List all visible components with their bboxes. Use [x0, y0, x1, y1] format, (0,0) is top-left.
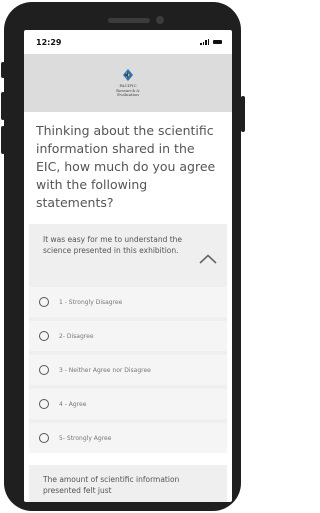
option-label: 3 - Neither Agree nor Disagree	[59, 366, 151, 374]
answer-options: 1 - Strongly Disagree 2- Disagree 3 - Ne…	[29, 279, 227, 453]
next-statement-text: The amount of scientific information pre…	[43, 475, 180, 495]
statement-header[interactable]: It was easy for me to understand the sci…	[29, 224, 227, 279]
option-label: 2- Disagree	[59, 332, 94, 340]
question-text: Thinking about the scientific informatio…	[36, 123, 216, 210]
next-statement-card[interactable]: The amount of scientific information pre…	[29, 465, 227, 502]
logo-line-3: Evaluation	[117, 92, 139, 98]
phone-frame: 12:29 PACIFIC Research & Evaluation Thin…	[4, 2, 241, 511]
system-icons	[200, 39, 222, 45]
battery-icon	[213, 40, 222, 44]
option-agree[interactable]: 4 - Agree	[29, 389, 227, 419]
radio-icon[interactable]	[39, 297, 49, 307]
option-disagree[interactable]: 2- Disagree	[29, 321, 227, 351]
radio-icon[interactable]	[39, 365, 49, 375]
screen: 12:29 PACIFIC Research & Evaluation Thin…	[24, 30, 232, 502]
status-bar: 12:29	[24, 30, 232, 54]
radio-icon[interactable]	[39, 433, 49, 443]
option-strongly-disagree[interactable]: 1 - Strongly Disagree	[29, 287, 227, 317]
pacific-logo-icon	[123, 69, 133, 82]
option-label: 5- Strongly Agree	[59, 434, 112, 442]
survey-header: PACIFIC Research & Evaluation	[24, 54, 232, 112]
radio-icon[interactable]	[39, 331, 49, 341]
status-time: 12:29	[36, 37, 62, 47]
option-label: 4 - Agree	[59, 400, 87, 408]
logo-text: PACIFIC Research & Evaluation	[116, 83, 140, 98]
camera-icon	[156, 16, 164, 24]
signal-icon	[200, 39, 209, 45]
statement-text: It was easy for me to understand the sci…	[43, 235, 183, 255]
option-label: 1 - Strongly Disagree	[59, 298, 123, 306]
radio-icon[interactable]	[39, 399, 49, 409]
statement-card: It was easy for me to understand the sci…	[29, 224, 227, 453]
option-neutral[interactable]: 3 - Neither Agree nor Disagree	[29, 355, 227, 385]
speaker-grille	[108, 18, 150, 23]
option-strongly-agree[interactable]: 5- Strongly Agree	[29, 423, 227, 453]
power-button	[241, 96, 245, 132]
chevron-up-icon[interactable]	[199, 254, 217, 264]
